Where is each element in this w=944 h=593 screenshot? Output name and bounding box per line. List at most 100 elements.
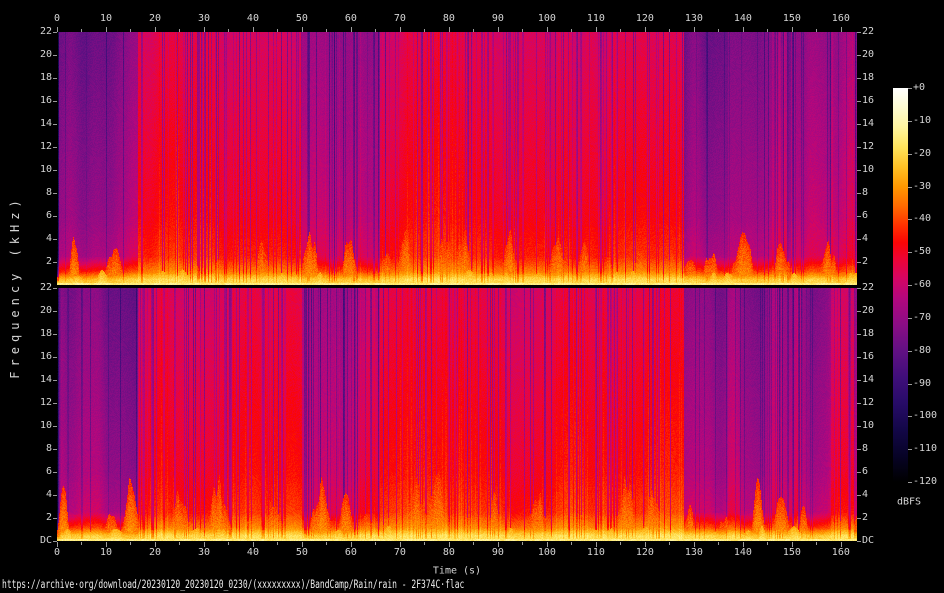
freq-tick	[857, 495, 861, 496]
time-tick-label: 120	[636, 548, 654, 558]
time-tick-label: 20	[149, 548, 161, 558]
freq-tick-label: 16	[40, 96, 52, 106]
time-tick-label: 40	[247, 14, 259, 24]
colorbar-tick	[908, 121, 912, 122]
time-minor-tick	[473, 542, 474, 545]
time-tick-label: 50	[296, 548, 308, 558]
freq-tick-label: 12	[40, 398, 52, 408]
colorbar-tick	[908, 351, 912, 352]
time-minor-tick	[228, 542, 229, 545]
colorbar-unit-label: dBFS	[897, 497, 921, 508]
time-tick-label: 70	[394, 14, 406, 24]
freq-tick-label: 6	[46, 211, 52, 221]
time-tick	[792, 542, 793, 547]
colorbar-tick-label: -120	[913, 477, 937, 487]
time-tick	[253, 542, 254, 547]
freq-tick-label: 14	[862, 375, 874, 385]
time-minor-tick	[326, 542, 327, 545]
time-tick	[449, 542, 450, 547]
colorbar-tick	[908, 219, 912, 220]
time-minor-tick	[571, 542, 572, 545]
time-tick	[498, 542, 499, 547]
colorbar-tick	[908, 482, 912, 483]
time-minor-tick	[179, 542, 180, 545]
freq-tick-label: 6	[862, 211, 868, 221]
time-tick-label: 60	[345, 548, 357, 558]
freq-tick-label: 16	[862, 352, 874, 362]
freq-tick	[857, 147, 861, 148]
colorbar-tick	[908, 88, 912, 89]
freq-tick	[857, 518, 861, 519]
freq-tick-label: 20	[40, 50, 52, 60]
colorbar-tick	[908, 384, 912, 385]
time-minor-tick	[767, 542, 768, 545]
freq-dc-label: DC	[862, 536, 874, 546]
time-tick-label: 80	[443, 548, 455, 558]
time-tick	[596, 542, 597, 547]
time-tick-label: 150	[783, 14, 801, 24]
time-tick-label: 110	[587, 14, 605, 24]
footer-title: https://archive·org/download/20230120_20…	[2, 578, 464, 591]
colorbar-tick-label: +0	[913, 83, 925, 93]
xlabel-time: Time (s)	[433, 566, 481, 577]
colorbar-tick	[908, 416, 912, 417]
freq-tick	[857, 472, 861, 473]
freq-tick	[857, 311, 861, 312]
freq-tick-label: 12	[862, 142, 874, 152]
time-tick	[351, 542, 352, 547]
freq-tick	[53, 541, 57, 542]
time-minor-tick	[620, 542, 621, 545]
time-tick-label: 90	[492, 14, 504, 24]
spectrogram-channel-1	[57, 32, 857, 285]
time-tick-label: 20	[149, 14, 161, 24]
spectrogram-channel-2	[57, 288, 857, 541]
time-tick-label: 100	[538, 14, 556, 24]
time-minor-tick	[816, 542, 817, 545]
freq-tick-label: 22	[40, 27, 52, 37]
freq-tick-label: 14	[40, 375, 52, 385]
freq-tick	[857, 541, 861, 542]
freq-tick-label: 6	[46, 467, 52, 477]
time-tick	[694, 542, 695, 547]
time-tick-label: 80	[443, 14, 455, 24]
freq-tick	[857, 449, 861, 450]
freq-tick-label: 4	[46, 490, 52, 500]
freq-tick-label: 12	[40, 142, 52, 152]
colorbar-tick	[908, 449, 912, 450]
colorbar-gradient	[893, 88, 908, 482]
time-minor-tick	[522, 542, 523, 545]
time-tick-label: 160	[832, 14, 850, 24]
freq-tick	[857, 426, 861, 427]
time-tick-label: 0	[54, 14, 60, 24]
freq-tick-label: 2	[862, 257, 868, 267]
time-minor-tick	[81, 542, 82, 545]
freq-tick-label: 22	[862, 27, 874, 37]
colorbar-tick	[908, 187, 912, 188]
time-minor-tick	[424, 542, 425, 545]
colorbar-tick-label: -110	[913, 444, 937, 454]
colorbar-tick-label: -60	[913, 280, 931, 290]
freq-tick	[857, 101, 861, 102]
time-tick	[57, 542, 58, 547]
freq-tick	[857, 288, 861, 289]
freq-dc-label: DC	[40, 536, 52, 546]
time-tick-label: 140	[734, 548, 752, 558]
time-tick	[106, 542, 107, 547]
freq-tick-label: 6	[862, 467, 868, 477]
freq-tick	[857, 380, 861, 381]
colorbar-tick-label: -20	[913, 149, 931, 159]
freq-tick-label: 10	[862, 165, 874, 175]
time-tick-label: 30	[198, 548, 210, 558]
freq-tick-label: 18	[862, 73, 874, 83]
freq-tick-label: 8	[862, 444, 868, 454]
freq-tick	[857, 262, 861, 263]
freq-tick-label: 18	[40, 73, 52, 83]
time-tick-label: 60	[345, 14, 357, 24]
time-minor-tick	[718, 542, 719, 545]
time-tick	[400, 542, 401, 547]
time-tick-label: 110	[587, 548, 605, 558]
time-tick-label: 30	[198, 14, 210, 24]
time-tick-label: 130	[685, 548, 703, 558]
time-tick-label: 10	[100, 14, 112, 24]
freq-tick	[857, 32, 861, 33]
